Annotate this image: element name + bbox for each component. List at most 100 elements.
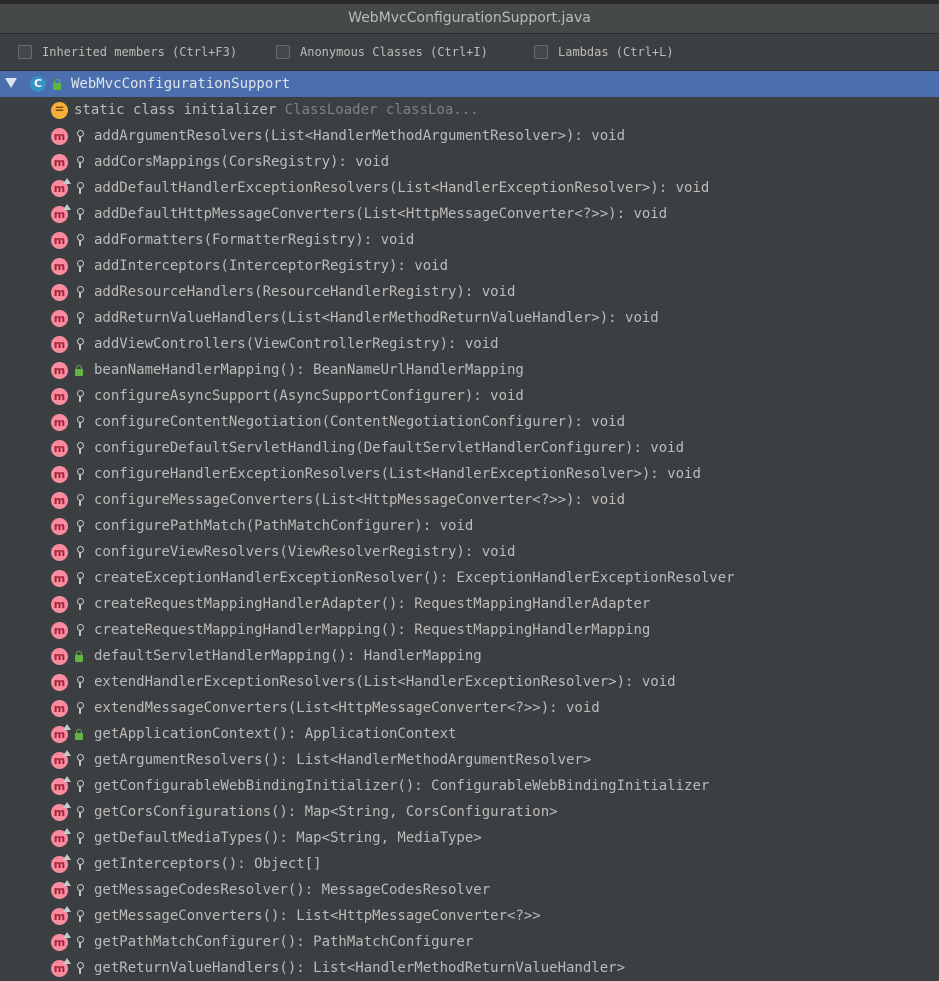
- method-signature: addDefaultHandlerExceptionResolvers(List…: [94, 180, 710, 196]
- method-signature: getInterceptors(): Object[]: [94, 856, 322, 872]
- method-signature: defaultServletHandlerMapping(): HandlerM…: [94, 648, 482, 664]
- protected-key-icon: [76, 338, 84, 351]
- protected-key-icon: [76, 780, 84, 793]
- anonymous-classes-checkbox[interactable]: Anonymous Classes (Ctrl+I): [276, 43, 488, 61]
- protected-key-icon: [76, 494, 84, 507]
- protected-key-icon: [76, 182, 84, 195]
- structure-tree[interactable]: C WebMvcConfigurationSupport = static cl…: [0, 71, 939, 977]
- protected-key-icon: [76, 286, 84, 299]
- tree-method-item[interactable]: m beanNameHandlerMapping(): BeanNameUrlHa…: [0, 357, 939, 383]
- protected-key-icon: [76, 390, 84, 403]
- method-signature: getDefaultMediaTypes(): Map<String, Medi…: [94, 830, 482, 846]
- method-icon: m: [51, 544, 68, 561]
- method-icon: m: [51, 388, 68, 405]
- method-icon: m: [51, 204, 71, 223]
- protected-key-icon: [76, 572, 84, 585]
- method-icon: m: [51, 958, 71, 977]
- tree-method-item[interactable]: m getPathMatchConfigurer(): PathMatchConf…: [0, 929, 939, 955]
- method-icon: m: [51, 622, 68, 639]
- tree-method-item[interactable]: m configureHandlerExceptionResolvers(List…: [0, 461, 939, 487]
- protected-key-icon: [76, 858, 84, 871]
- protected-key-icon: [76, 832, 84, 845]
- protected-key-icon: [76, 702, 84, 715]
- protected-key-icon: [76, 910, 84, 923]
- tree-method-item[interactable]: m addViewControllers(ViewControllerRegist…: [0, 331, 939, 357]
- method-signature: configurePathMatch(PathMatchConfigurer):…: [94, 518, 474, 534]
- tree-method-item[interactable]: m configureDefaultServletHandling(Default…: [0, 435, 939, 461]
- method-icon: m: [51, 492, 68, 509]
- method-signature: extendMessageConverters(List<HttpMessage…: [94, 700, 600, 716]
- initializer-icon: =: [51, 102, 68, 119]
- method-signature: getMessageCodesResolver(): MessageCodesR…: [94, 882, 491, 898]
- method-icon: m: [51, 154, 68, 171]
- method-signature: createExceptionHandlerExceptionResolver(…: [94, 570, 735, 586]
- method-icon: m: [51, 906, 71, 925]
- tree-method-item[interactable]: m getDefaultMediaTypes(): Map<String, Med…: [0, 825, 939, 851]
- tree-method-item[interactable]: m configureAsyncSupport(AsyncSupportConfi…: [0, 383, 939, 409]
- method-icon: m: [51, 440, 68, 457]
- method-signature: getConfigurableWebBindingInitializer(): …: [94, 778, 710, 794]
- tree-method-item[interactable]: m getApplicationContext(): ApplicationCon…: [0, 721, 939, 747]
- protected-key-icon: [76, 936, 84, 949]
- tree-root-class[interactable]: C WebMvcConfigurationSupport: [0, 71, 939, 97]
- protected-key-icon: [76, 156, 84, 169]
- inherited-members-checkbox[interactable]: Inherited members (Ctrl+F3): [18, 43, 237, 61]
- tree-initializer[interactable]: = static class initializer ClassLoader c…: [0, 97, 939, 123]
- tree-method-item[interactable]: m addFormatters(FormatterRegistry): void: [0, 227, 939, 253]
- method-icon: m: [51, 128, 68, 145]
- tree-method-item[interactable]: m addDefaultHandlerExceptionResolvers(Lis…: [0, 175, 939, 201]
- method-icon: m: [51, 802, 71, 821]
- expand-arrow-icon[interactable]: [5, 78, 17, 88]
- method-icon: m: [51, 570, 68, 587]
- method-signature: configureContentNegotiation(ContentNegot…: [94, 414, 626, 430]
- method-icon: m: [51, 596, 68, 613]
- tree-method-item[interactable]: m addDefaultHttpMessageConverters(List<Ht…: [0, 201, 939, 227]
- tree-method-item[interactable]: m defaultServletHandlerMapping(): Handler…: [0, 643, 939, 669]
- checkbox-box[interactable]: [276, 45, 290, 59]
- method-signature: getApplicationContext(): ApplicationCont…: [94, 726, 457, 742]
- method-icon: m: [51, 232, 68, 249]
- method-icon: m: [51, 258, 68, 275]
- tree-method-item[interactable]: m getArgumentResolvers(): List<HandlerMet…: [0, 747, 939, 773]
- tree-method-item[interactable]: m getReturnValueHandlers(): List<HandlerM…: [0, 955, 939, 981]
- tree-method-item[interactable]: m addResourceHandlers(ResourceHandlerRegi…: [0, 279, 939, 305]
- tree-method-item[interactable]: m configureContentNegotiation(ContentNego…: [0, 409, 939, 435]
- method-signature: addCorsMappings(CorsRegistry): void: [94, 154, 390, 170]
- method-signature: configureViewResolvers(ViewResolverRegis…: [94, 544, 516, 560]
- tree-method-item[interactable]: m addCorsMappings(CorsRegistry): void: [0, 149, 939, 175]
- method-signature: addInterceptors(InterceptorRegistry): vo…: [94, 258, 449, 274]
- tree-method-item[interactable]: m createRequestMappingHandlerMapping(): R…: [0, 617, 939, 643]
- protected-key-icon: [76, 442, 84, 455]
- method-icon: m: [51, 518, 68, 535]
- method-signature: getArgumentResolvers(): List<HandlerMeth…: [94, 752, 592, 768]
- checkbox-box[interactable]: [18, 45, 32, 59]
- tree-method-item[interactable]: m addArgumentResolvers(List<HandlerMethod…: [0, 123, 939, 149]
- tree-method-item[interactable]: m addReturnValueHandlers(List<HandlerMeth…: [0, 305, 939, 331]
- method-icon: m: [51, 750, 71, 769]
- tree-method-item[interactable]: m getConfigurableWebBindingInitializer():…: [0, 773, 939, 799]
- protected-key-icon: [76, 624, 84, 637]
- method-icon: m: [51, 310, 68, 327]
- tree-method-item[interactable]: m extendHandlerExceptionResolvers(List<Ha…: [0, 669, 939, 695]
- method-icon: m: [51, 880, 71, 899]
- tree-method-item[interactable]: m createExceptionHandlerExceptionResolver…: [0, 565, 939, 591]
- tree-method-item[interactable]: m createRequestMappingHandlerAdapter(): R…: [0, 591, 939, 617]
- tree-method-item[interactable]: m configurePathMatch(PathMatchConfigurer)…: [0, 513, 939, 539]
- protected-key-icon: [76, 520, 84, 533]
- protected-key-icon: [76, 598, 84, 611]
- tree-method-item[interactable]: m configureMessageConverters(List<HttpMes…: [0, 487, 939, 513]
- method-icon: m: [51, 724, 71, 743]
- tree-method-item[interactable]: m configureViewResolvers(ViewResolverRegi…: [0, 539, 939, 565]
- tree-method-item[interactable]: m getMessageCodesResolver(): MessageCodes…: [0, 877, 939, 903]
- method-signature: getCorsConfigurations(): Map<String, Cor…: [94, 804, 558, 820]
- tree-method-item[interactable]: m getCorsConfigurations(): Map<String, Co…: [0, 799, 939, 825]
- tree-method-item[interactable]: m addInterceptors(InterceptorRegistry): v…: [0, 253, 939, 279]
- tree-method-item[interactable]: m extendMessageConverters(List<HttpMessag…: [0, 695, 939, 721]
- tree-method-item[interactable]: m getMessageConverters(): List<HttpMessag…: [0, 903, 939, 929]
- tree-method-item[interactable]: m getInterceptors(): Object[]: [0, 851, 939, 877]
- lambdas-checkbox[interactable]: Lambdas (Ctrl+L): [534, 43, 674, 61]
- method-icon: m: [51, 674, 68, 691]
- checkbox-box[interactable]: [534, 45, 548, 59]
- method-signature: addDefaultHttpMessageConverters(List<Htt…: [94, 206, 668, 222]
- protected-key-icon: [76, 260, 84, 273]
